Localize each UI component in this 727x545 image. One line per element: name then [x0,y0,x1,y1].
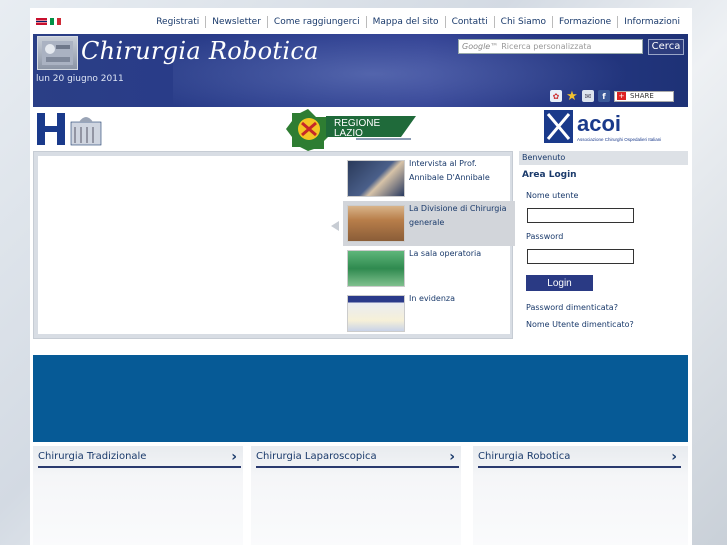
menu-formazione[interactable]: Formazione [552,16,617,28]
chevron-right-icon[interactable]: › [671,450,677,464]
username-field[interactable] [527,208,634,223]
lazio-text-2: LAZIO [334,128,363,139]
italy-flag-icon[interactable] [50,18,62,25]
slide-thumbnail [347,295,405,332]
slide-item[interactable]: La sala operatoria [343,246,515,291]
delicious-icon[interactable]: ✿ [550,90,562,102]
login-panel: Benvenuto Area Login Nome utente Passwor… [519,151,688,346]
uk-flag-icon[interactable] [36,18,47,25]
welcome-header: Benvenuto [519,151,688,165]
slide-subtitle: generale [409,218,445,227]
active-arrow-icon [331,221,339,231]
email-icon[interactable]: ✉ [582,90,594,102]
top-bar: Registrati Newsletter Come raggiungerci … [30,8,692,34]
favorite-star-icon[interactable]: ★ [566,89,578,104]
section-title-link[interactable]: Chirurgia Tradizionale › [38,450,241,468]
acoi-name: acoi [577,111,621,136]
slide-title: La Divisione di Chirurgia [409,204,507,213]
google-label: Google™ [462,42,499,51]
section-title-link[interactable]: Chirurgia Robotica › [478,450,681,468]
chevron-right-icon[interactable]: › [449,450,455,464]
slide-item-active[interactable]: La Divisione di Chirurgia generale [331,201,515,246]
share-label: SHARE [630,92,654,100]
plus-icon: + [617,92,626,100]
slide-thumbnail [347,205,405,242]
menu-come-raggiungerci[interactable]: Come raggiungerci [266,16,366,28]
slide-caption: Intervista al Prof. Annibale D'Annibale [409,156,490,201]
forgot-password-link[interactable]: Password dimenticata? [519,303,688,312]
section-columns: Chirurgia Tradizionale › Chirurgia Laparo… [33,446,688,545]
menu-contatti[interactable]: Contatti [444,16,494,28]
slider-thumbnails: Intervista al Prof. Annibale D'Annibale L… [331,156,515,336]
current-date: lun 20 giugno 2011 [36,74,124,84]
chevron-right-icon[interactable]: › [231,450,237,464]
menu-mappa-del-sito[interactable]: Mappa del sito [365,16,445,28]
section-title: Chirurgia Tradizionale [38,451,147,462]
menu-chi-siamo[interactable]: Chi Siamo [493,16,552,28]
language-flags [36,18,62,25]
hospital-logo-icon[interactable] [35,110,103,148]
acoi-subtitle: Associazione Chirurghi Ospedalieri Itali… [577,137,661,142]
blue-banner-band [33,355,688,442]
social-icons: ✿ ★ ✉ f + SHARE [550,89,674,104]
section-title-link[interactable]: Chirurgia Laparoscopica › [256,450,459,468]
slide-subtitle: Annibale D'Annibale [409,173,490,182]
page: Registrati Newsletter Come raggiungerci … [30,8,692,545]
section-title: Chirurgia Laparoscopica [256,451,377,462]
slide-thumbnail [347,250,405,287]
header-banner: Chirurgia Robotica lun 20 giugno 2011 Go… [33,34,688,107]
login-title: Area Login [522,170,577,180]
section-tradizionale: Chirurgia Tradizionale › [33,446,243,545]
slide-title: La sala operatoria [409,249,482,258]
slide-caption: In evidenza [409,291,455,336]
slide-caption: La sala operatoria [409,246,481,291]
search-button[interactable]: Cerca [648,39,684,55]
slide-title: Intervista al Prof. [409,159,477,168]
section-title: Chirurgia Robotica [478,451,571,462]
section-laparoscopica: Chirurgia Laparoscopica › [251,446,461,545]
password-label: Password [526,232,564,241]
share-button[interactable]: + SHARE [614,90,674,102]
search-placeholder: Ricerca personalizzata [501,42,592,51]
menu-registrati[interactable]: Registrati [150,16,205,28]
facebook-icon[interactable]: f [598,90,610,102]
slide-item[interactable]: Intervista al Prof. Annibale D'Annibale [343,156,515,201]
slide-thumbnail [347,160,405,197]
search-input[interactable]: Google™ Ricerca personalizzata [458,39,643,54]
forgot-username-link[interactable]: Nome Utente dimenticato? [519,320,688,329]
slider-panel: Intervista al Prof. Annibale D'Annibale L… [38,156,515,334]
slide-item[interactable]: In evidenza [343,291,515,336]
slide-title: In evidenza [409,294,456,303]
news-slider: Intervista al Prof. Annibale D'Annibale L… [33,151,515,339]
site-title[interactable]: Chirurgia Robotica [81,37,319,65]
partner-logos: REGIONE LAZIO acoi Associazione Chirurgh… [30,107,692,151]
password-field[interactable] [527,249,634,264]
menu-newsletter[interactable]: Newsletter [205,16,267,28]
menu-informazioni[interactable]: Informazioni [617,16,686,28]
regione-lazio-logo[interactable]: REGIONE LAZIO [286,107,419,151]
section-robotica: Chirurgia Robotica › [473,446,688,545]
robot-logo-icon[interactable] [37,36,78,70]
slide-caption: La Divisione di Chirurgia generale [409,201,507,246]
top-menu: Registrati Newsletter Come raggiungerci … [150,16,686,28]
username-label: Nome utente [526,191,579,200]
acoi-logo[interactable]: acoi Associazione Chirurghi Ospedalieri … [544,108,688,145]
login-button[interactable]: Login [526,275,593,291]
